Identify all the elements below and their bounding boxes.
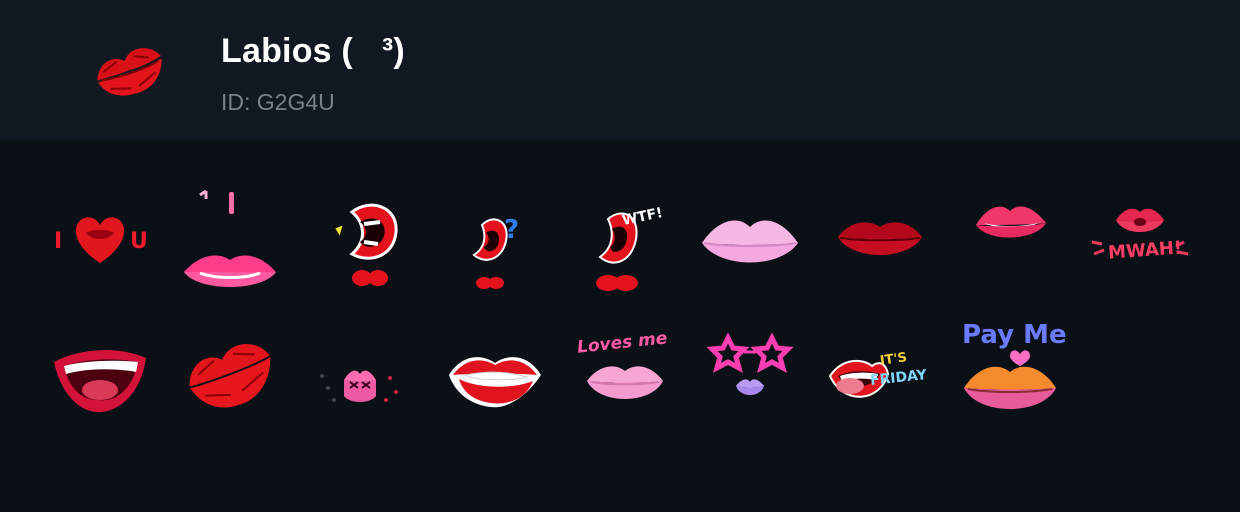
dark-red-lips-icon [838,222,922,255]
lips-confetti-icon [320,370,398,402]
pink-lips-icon [184,189,276,287]
sticker-i-heart-u[interactable]: I U [40,185,160,295]
sticker-grid: I U ? WTF! MWAH! Loves me IT'S FRIDAY Pa… [0,140,1240,512]
sticker-tiny-lips-confetti[interactable] [300,330,420,440]
sticker-mwah[interactable]: MWAH! [1080,180,1200,290]
pack-header: Labios ( ³) ID: G2G4U [0,0,1240,140]
red-mouth-character-icon [332,203,398,286]
sticker-red-mouth-wtf[interactable]: WTF! [570,185,690,295]
sticker-pink-smile-lips[interactable] [950,175,1070,285]
sticker-loves-me[interactable]: Loves me [565,325,685,435]
sticker-red-kiss-print[interactable] [170,320,290,430]
sticker-pink-lips-rain[interactable] [170,180,290,290]
sticker-pale-pink-lips[interactable] [690,185,810,295]
tongue-friday-icon [828,359,890,398]
pale-pink-lips-icon [702,220,798,263]
pink-smile-lips-icon [976,206,1046,238]
pack-id: ID: G2G4U [221,89,335,115]
mwah-kiss-icon [1091,208,1189,256]
sticker-laughing-mouth[interactable] [40,320,160,430]
sticker-pay-me[interactable]: Pay Me [950,320,1070,430]
sticker-red-mouth-yell[interactable] [310,180,430,290]
red-mouth-wtf-icon [596,212,638,291]
star-glasses-icon [706,332,794,395]
red-mouth-question-icon [472,218,508,289]
sticker-dark-red-lips[interactable] [820,185,940,295]
sticker-its-friday[interactable]: IT'S FRIDAY [820,330,940,440]
sticker-lip-bite[interactable] [435,325,555,435]
kiss-print-icon [189,344,271,408]
pay-me-lips-icon [964,350,1056,409]
pack-title: Labios ( ³) [221,32,405,70]
loves-me-lips-icon [587,366,663,399]
heart-lips-icon [75,217,125,263]
laughing-mouth-icon [54,350,146,413]
sticker-red-mouth-question[interactable]: ? [440,185,560,295]
lip-bite-icon [449,357,541,408]
sticker-star-glasses[interactable] [690,330,810,440]
kiss-print-icon [90,36,170,106]
